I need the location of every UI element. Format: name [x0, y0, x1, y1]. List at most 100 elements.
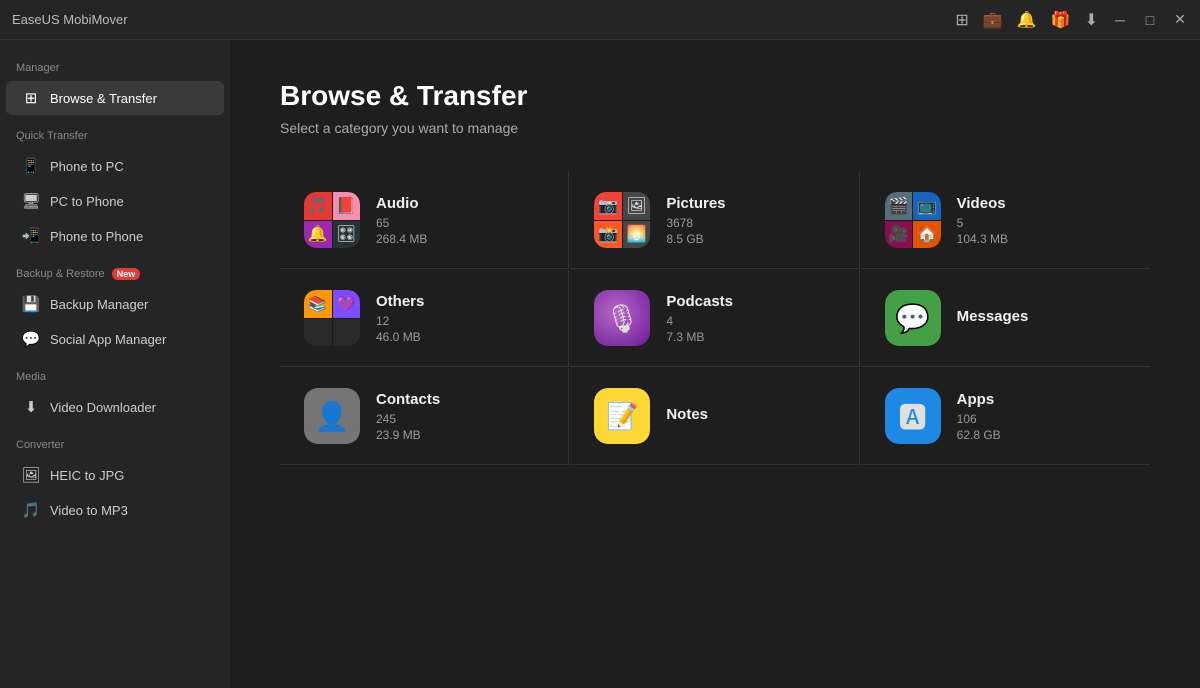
notes-icon: 📝 [594, 388, 650, 444]
section-label-converter: Converter [0, 425, 230, 457]
browse-transfer-icon: ⊞ [22, 89, 40, 107]
sidebar-item-label-video-downloader: Video Downloader [50, 400, 156, 415]
gift-icon[interactable]: 🎁 [1051, 10, 1071, 30]
heic-icon: 🖼 [22, 466, 40, 484]
videos-size: 104.3 MB [957, 232, 1008, 246]
messages-icon: 💬 [885, 290, 941, 346]
sidebar-item-label-social-app: Social App Manager [50, 332, 166, 347]
category-card-videos[interactable]: 🎬 📺 🎥 🏠 Videos 5 104.3 MB [861, 172, 1150, 269]
others-size: 46.0 MB [376, 330, 424, 344]
app-title: EaseUS MobiMover [12, 12, 128, 27]
category-card-podcasts[interactable]: 🎙 Podcasts 4 7.3 MB [570, 270, 859, 367]
sidebar-item-label-browse-transfer: Browse & Transfer [50, 91, 157, 106]
close-button[interactable]: ✕ [1172, 12, 1188, 28]
sidebar-item-label-phone-to-phone: Phone to Phone [50, 229, 143, 244]
others-info: Others 12 46.0 MB [376, 293, 424, 344]
bell-icon[interactable]: 🔔 [1017, 10, 1037, 30]
sidebar: Manager ⊞ Browse & Transfer Quick Transf… [0, 40, 230, 688]
section-label-quick-transfer: Quick Transfer [0, 116, 230, 148]
social-app-icon: 💬 [22, 330, 40, 348]
messages-info: Messages [957, 308, 1029, 329]
phone-to-pc-icon: 📱 [22, 157, 40, 175]
section-label-backup: Backup & Restore New [0, 254, 230, 286]
contacts-name: Contacts [376, 391, 440, 408]
maximize-button[interactable]: □ [1142, 12, 1158, 28]
pictures-icon: 📷 🖼 📸 🌅 [594, 192, 650, 248]
sidebar-item-backup-manager[interactable]: 💾 Backup Manager [6, 287, 224, 321]
sidebar-item-label-backup-manager: Backup Manager [50, 297, 148, 312]
category-card-contacts[interactable]: 👤 Contacts 245 23.9 MB [280, 368, 569, 465]
podcasts-size: 7.3 MB [666, 330, 733, 344]
messages-name: Messages [957, 308, 1029, 325]
content-area: Browse & Transfer Select a category you … [230, 40, 1200, 688]
category-card-notes[interactable]: 📝 Notes [570, 368, 859, 465]
contacts-count: 245 [376, 412, 440, 426]
category-card-others[interactable]: 📚 💜 Others 12 46.0 MB [280, 270, 569, 367]
notes-info: Notes [666, 406, 708, 427]
videos-count: 5 [957, 216, 1008, 230]
sidebar-item-pc-to-phone[interactable]: 🖥 PC to Phone [6, 184, 224, 218]
phone-to-phone-icon: 📲 [22, 227, 40, 245]
video-mp3-icon: 🎵 [22, 501, 40, 519]
contacts-info: Contacts 245 23.9 MB [376, 391, 440, 442]
pictures-name: Pictures [666, 195, 725, 212]
podcasts-count: 4 [666, 314, 733, 328]
apps-icon: 🅰 [885, 388, 941, 444]
videos-icon: 🎬 📺 🎥 🏠 [885, 192, 941, 248]
section-label-media: Media [0, 357, 230, 389]
device-icon[interactable]: ⊞ [955, 10, 968, 30]
sidebar-item-phone-to-phone[interactable]: 📲 Phone to Phone [6, 219, 224, 253]
video-downloader-icon: ⬇ [22, 398, 40, 416]
others-name: Others [376, 293, 424, 310]
pc-to-phone-icon: 🖥 [22, 192, 40, 210]
pictures-size: 8.5 GB [666, 232, 725, 246]
sidebar-item-video-downloader[interactable]: ⬇ Video Downloader [6, 390, 224, 424]
sidebar-item-label-pc-to-phone: PC to Phone [50, 194, 124, 209]
audio-name: Audio [376, 195, 427, 212]
apps-info: Apps 106 62.8 GB [957, 391, 1001, 442]
sidebar-item-browse-transfer[interactable]: ⊞ Browse & Transfer [6, 81, 224, 115]
window-controls: ⊞ 💼 🔔 🎁 ⬇ ─ □ ✕ [955, 10, 1188, 30]
others-count: 12 [376, 314, 424, 328]
download-icon[interactable]: ⬇ [1085, 10, 1098, 30]
videos-info: Videos 5 104.3 MB [957, 195, 1008, 246]
apps-size: 62.8 GB [957, 428, 1001, 442]
sidebar-item-heic-to-jpg[interactable]: 🖼 HEIC to JPG [6, 458, 224, 492]
page-subtitle: Select a category you want to manage [280, 120, 1150, 136]
others-icon: 📚 💜 [304, 290, 360, 346]
minimize-button[interactable]: ─ [1112, 12, 1128, 28]
sidebar-item-label-video-mp3: Video to MP3 [50, 503, 128, 518]
podcasts-info: Podcasts 4 7.3 MB [666, 293, 733, 344]
sidebar-item-phone-to-pc[interactable]: 📱 Phone to PC [6, 149, 224, 183]
podcasts-icon: 🎙 [594, 290, 650, 346]
sidebar-item-label-heic: HEIC to JPG [50, 468, 124, 483]
apps-count: 106 [957, 412, 1001, 426]
wallet-icon[interactable]: 💼 [983, 10, 1003, 30]
audio-count: 65 [376, 216, 427, 230]
new-badge: New [112, 268, 141, 280]
sidebar-item-label-phone-to-pc: Phone to PC [50, 159, 124, 174]
titlebar: EaseUS MobiMover ⊞ 💼 🔔 🎁 ⬇ ─ □ ✕ [0, 0, 1200, 40]
contacts-icon: 👤 [304, 388, 360, 444]
notes-name: Notes [666, 406, 708, 423]
videos-name: Videos [957, 195, 1008, 212]
category-grid: 🎵 📕 🔔 🎛 Audio 65 268.4 MB 📷 [280, 172, 1150, 465]
pictures-info: Pictures 3678 8.5 GB [666, 195, 725, 246]
category-card-audio[interactable]: 🎵 📕 🔔 🎛 Audio 65 268.4 MB [280, 172, 569, 269]
sidebar-item-social-app-manager[interactable]: 💬 Social App Manager [6, 322, 224, 356]
audio-size: 268.4 MB [376, 232, 427, 246]
sidebar-item-video-to-mp3[interactable]: 🎵 Video to MP3 [6, 493, 224, 527]
pictures-count: 3678 [666, 216, 725, 230]
apps-name: Apps [957, 391, 1001, 408]
podcasts-name: Podcasts [666, 293, 733, 310]
audio-icon: 🎵 📕 🔔 🎛 [304, 192, 360, 248]
main-layout: Manager ⊞ Browse & Transfer Quick Transf… [0, 40, 1200, 688]
category-card-pictures[interactable]: 📷 🖼 📸 🌅 Pictures 3678 8.5 GB [570, 172, 859, 269]
audio-info: Audio 65 268.4 MB [376, 195, 427, 246]
category-card-apps[interactable]: 🅰 Apps 106 62.8 GB [861, 368, 1150, 465]
page-title: Browse & Transfer [280, 80, 1150, 112]
category-card-messages[interactable]: 💬 Messages [861, 270, 1150, 367]
backup-manager-icon: 💾 [22, 295, 40, 313]
contacts-size: 23.9 MB [376, 428, 440, 442]
section-label-manager: Manager [0, 48, 230, 80]
